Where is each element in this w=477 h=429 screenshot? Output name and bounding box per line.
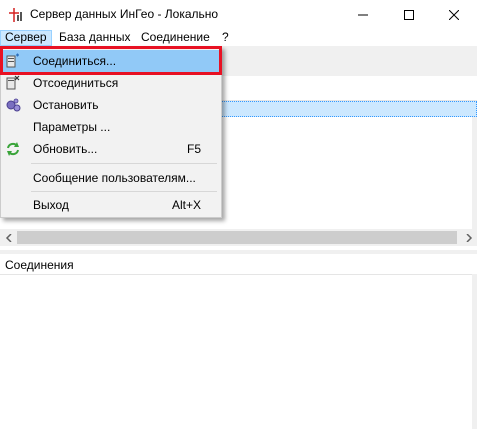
minimize-button[interactable] xyxy=(340,0,386,30)
menu-item-refresh-label: Обновить... xyxy=(33,142,98,156)
scroll-left-button[interactable] xyxy=(0,229,17,246)
scroll-thumb[interactable] xyxy=(17,231,457,244)
menu-item-exit[interactable]: Выход Alt+X xyxy=(3,194,219,216)
connections-header-label: Соединения xyxy=(5,258,74,272)
annotation-highlight-box xyxy=(0,46,222,75)
menu-item-stop[interactable]: Остановить xyxy=(3,94,219,116)
menu-item-exit-shortcut: Alt+X xyxy=(171,198,201,212)
refresh-icon xyxy=(5,141,21,157)
menu-separator xyxy=(31,163,217,164)
minimize-icon xyxy=(358,14,368,16)
lower-vertical-scrollbar[interactable] xyxy=(472,274,477,429)
menu-item-parameters[interactable]: Параметры ... xyxy=(3,116,219,138)
menu-item-parameters-label: Параметры ... xyxy=(33,120,111,134)
maximize-icon xyxy=(404,10,414,20)
menu-item-refresh-shortcut: F5 xyxy=(186,142,201,156)
connections-header: Соединения xyxy=(0,254,477,275)
menu-connection[interactable]: Соединение xyxy=(137,30,214,46)
upper-vertical-scrollbar[interactable] xyxy=(472,117,477,229)
menu-item-refresh[interactable]: Обновить... F5 xyxy=(3,138,219,160)
menu-bar: Сервер База данных Соединение ? xyxy=(0,30,477,46)
close-button[interactable] xyxy=(431,0,477,30)
close-icon xyxy=(449,10,459,20)
horizontal-scrollbar[interactable] xyxy=(0,229,477,246)
menu-item-message-users-label: Сообщение пользователям... xyxy=(33,171,196,185)
menu-server[interactable]: Сервер xyxy=(0,30,52,46)
title-bar[interactable]: Сервер данных ИнГео - Локально xyxy=(0,0,477,30)
chevron-left-icon xyxy=(5,233,12,242)
menu-database[interactable]: База данных xyxy=(55,30,134,46)
disconnect-icon xyxy=(5,75,21,91)
menu-help[interactable]: ? xyxy=(218,30,233,46)
menu-item-stop-label: Остановить xyxy=(33,98,99,112)
menu-item-message-users[interactable]: Сообщение пользователям... xyxy=(3,167,219,189)
menu-item-exit-label: Выход xyxy=(33,198,69,212)
window-title: Сервер данных ИнГео - Локально xyxy=(30,7,219,21)
menu-item-disconnect-label: Отсоединиться xyxy=(33,76,119,90)
chevron-right-icon xyxy=(465,233,472,242)
stop-icon xyxy=(5,97,21,113)
ingeo-app-icon xyxy=(8,7,24,23)
menu-item-disconnect[interactable]: Отсоединиться xyxy=(3,72,219,94)
maximize-button[interactable] xyxy=(386,0,432,30)
menu-separator xyxy=(31,191,217,192)
scroll-right-button[interactable] xyxy=(460,229,477,246)
